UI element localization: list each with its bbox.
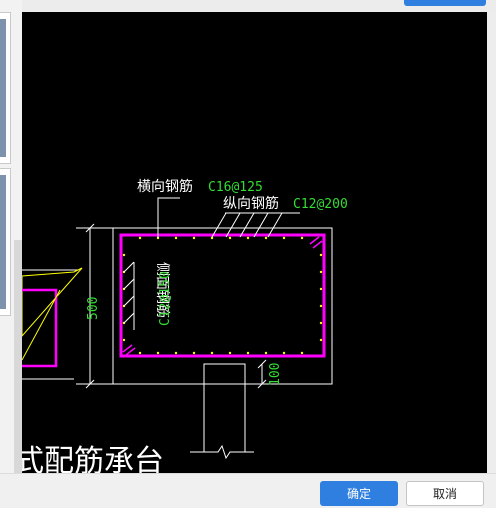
rebar-hook-marks [122, 236, 323, 356]
ok-button[interactable]: 确定 [320, 481, 398, 506]
canvas-scrollbar[interactable] [487, 12, 496, 473]
rebar-drawing: 横向钢筋 C16@125 纵向钢筋 C12@200 侧面钢筋 C12@150 5… [22, 178, 348, 473]
thumbnail-panel [0, 0, 22, 473]
cancel-button[interactable]: 取消 [406, 481, 484, 506]
top-action-button[interactable] [404, 0, 486, 6]
dialog-footer: 确定 取消 [0, 473, 496, 508]
longitudinal-label: 纵向钢筋 [223, 195, 279, 212]
side-leader [123, 261, 135, 330]
height-dim-label: 500 [86, 297, 101, 320]
base-dim-label: 100 [268, 363, 283, 386]
partial-drawing [22, 267, 83, 380]
transverse-label: 横向钢筋 [137, 178, 193, 195]
transverse-leader [157, 197, 180, 238]
drawing-caption: 式配筋承台 [22, 444, 164, 473]
side-spec: C12@150 [158, 271, 173, 326]
transverse-spec: C16@125 [208, 180, 263, 195]
top-strip [0, 0, 496, 12]
longitudinal-spec: C12@200 [293, 197, 348, 212]
drawing-canvas: 横向钢筋 C16@125 纵向钢筋 C12@200 侧面钢筋 C12@150 5… [22, 12, 487, 473]
panel-scrollbar[interactable] [14, 240, 22, 473]
pile-outline [190, 363, 254, 460]
pile-cap-outline [112, 227, 333, 385]
longitudinal-leader [211, 212, 300, 238]
rebar-dots [122, 236, 323, 355]
thumbnail-item[interactable] [0, 168, 11, 316]
thumbnail-item[interactable] [0, 12, 11, 164]
rebar-cage [119, 233, 326, 358]
